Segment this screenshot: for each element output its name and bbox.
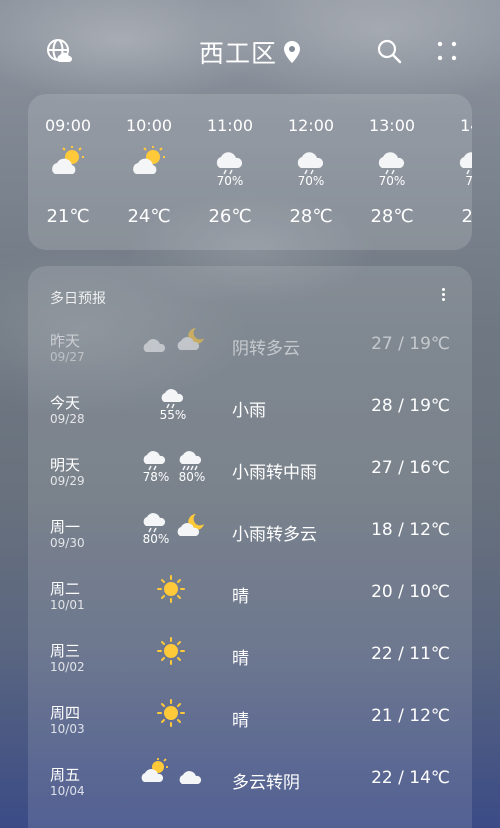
cloud-icon xyxy=(140,330,170,356)
sun-cloud-icon xyxy=(48,146,88,178)
temp-range: 27 / 19℃ xyxy=(371,334,450,354)
day-date: 10/02 xyxy=(50,660,85,674)
weather-desc: 晴 xyxy=(232,587,249,607)
day-label: 明天 xyxy=(50,456,81,474)
weather-desc: 小雨 xyxy=(232,401,266,421)
temp-range: 22 / 14℃ xyxy=(371,768,450,788)
daily-row[interactable]: 今天 09/28 55% 小雨 28 / 19℃ xyxy=(28,389,472,452)
temp-range: 28 / 19℃ xyxy=(371,396,450,416)
precip-chance: 55% xyxy=(159,408,187,422)
daily-row[interactable]: 周一 09/30 80% 小雨转多云 18 / 12℃ xyxy=(28,513,472,576)
heavy-rain-cloud-icon xyxy=(176,446,206,472)
day-label: 周二 xyxy=(50,580,81,598)
hour-temp: 28℃ xyxy=(289,206,333,227)
day-date: 10/03 xyxy=(50,722,85,736)
temp-range: 20 / 10℃ xyxy=(371,582,450,602)
weather-icons: 78% 80% xyxy=(140,446,210,492)
more-options-button[interactable] xyxy=(440,286,446,302)
hourly-forecast-card[interactable]: 09:00 21℃ 10:00 24℃ 11:00 70% 26℃ 12:00 … xyxy=(28,94,472,250)
day-date: 09/30 xyxy=(50,536,85,550)
hour-precip: 70% xyxy=(216,174,244,188)
daily-forecast-title: 多日预报 xyxy=(50,291,106,307)
rain-cloud-icon xyxy=(140,446,170,472)
daily-row[interactable]: 明天 09/29 78% 80% 小雨转中雨 27 / 16℃ xyxy=(28,451,472,514)
day-date: 09/28 xyxy=(50,412,85,426)
temp-range: 18 / 12℃ xyxy=(371,520,450,540)
daily-row[interactable]: 周五 10/04 多云转阴 22 / 14℃ xyxy=(28,758,472,824)
hour-temp: 28 xyxy=(461,206,472,227)
day-label: 周四 xyxy=(50,704,81,722)
weather-desc: 多云转阴 xyxy=(232,773,300,793)
hour-temp: 21℃ xyxy=(46,206,90,227)
weather-icons xyxy=(140,322,210,368)
hour-time: 10:00 xyxy=(125,116,173,135)
day-date: 09/27 xyxy=(50,350,85,364)
hour-time: 14: xyxy=(460,116,472,135)
location-pin-icon xyxy=(283,40,301,70)
hour-precip: 70% xyxy=(378,174,406,188)
precip-chance: 80% xyxy=(142,532,170,546)
hour-precip: 70 xyxy=(465,174,472,188)
top-bar: 西工区 xyxy=(0,0,500,100)
sun-cloud-icon xyxy=(140,758,170,784)
hour-time: 11:00 xyxy=(206,116,254,135)
menu-button[interactable] xyxy=(432,36,462,66)
hour-precip: 70% xyxy=(297,174,325,188)
precip-chance: 80% xyxy=(178,470,206,484)
hour-time: 09:00 xyxy=(44,116,92,135)
moon-cloud-icon xyxy=(176,326,206,352)
sun-icon xyxy=(156,636,186,665)
hour-temp: 24℃ xyxy=(127,206,171,227)
cloud-icon xyxy=(176,762,206,788)
daily-forecast-card: 多日预报 昨天 09/27 阴转多云 27 / 19℃ 今天 09/28 55%… xyxy=(28,266,472,828)
weather-desc: 小雨转多云 xyxy=(232,525,317,545)
weather-icons xyxy=(140,756,210,802)
day-date: 10/01 xyxy=(50,598,85,612)
weather-icons xyxy=(154,694,204,740)
four-dots-menu-icon xyxy=(437,41,457,61)
day-label: 周三 xyxy=(50,642,81,660)
day-label: 周五 xyxy=(50,766,81,784)
weather-desc: 晴 xyxy=(232,649,249,669)
search-icon xyxy=(377,39,402,64)
day-label: 昨天 xyxy=(50,332,81,350)
day-label: 今天 xyxy=(50,394,81,412)
weather-icons: 55% xyxy=(154,384,204,430)
hour-time: 13:00 xyxy=(368,116,416,135)
moon-cloud-icon xyxy=(176,512,206,538)
weather-desc: 阴转多云 xyxy=(232,339,300,359)
daily-row[interactable]: 周三 10/02 晴 22 / 11℃ xyxy=(28,637,472,700)
weather-icons xyxy=(154,632,204,678)
daily-row[interactable]: 周二 10/01 晴 20 / 10℃ xyxy=(28,575,472,638)
weather-icons xyxy=(154,570,204,616)
temp-range: 22 / 11℃ xyxy=(371,644,450,664)
rain-cloud-icon xyxy=(158,384,188,410)
sun-icon xyxy=(156,574,186,603)
weather-desc: 晴 xyxy=(232,711,249,731)
vertical-dots-icon xyxy=(440,288,446,301)
hour-temp: 26℃ xyxy=(208,206,252,227)
rain-cloud-icon xyxy=(140,508,170,534)
temp-range: 27 / 16℃ xyxy=(371,458,450,478)
daily-row[interactable]: 昨天 09/27 阴转多云 27 / 19℃ xyxy=(28,328,472,390)
daily-row[interactable]: 周四 10/03 晴 21 / 12℃ xyxy=(28,699,472,762)
day-date: 09/29 xyxy=(50,474,85,488)
city-name: 西工区 xyxy=(198,39,277,68)
precip-chance: 78% xyxy=(142,470,170,484)
location-title[interactable]: 西工区 xyxy=(0,34,500,70)
sun-cloud-icon xyxy=(129,146,169,178)
hour-temp: 28℃ xyxy=(370,206,414,227)
weather-desc: 小雨转中雨 xyxy=(232,463,317,483)
hour-time: 12:00 xyxy=(287,116,335,135)
search-button[interactable] xyxy=(374,36,404,66)
day-label: 周一 xyxy=(50,518,81,536)
temp-range: 21 / 12℃ xyxy=(371,706,450,726)
weather-icons: 80% xyxy=(140,508,210,554)
sun-icon xyxy=(156,698,186,727)
day-date: 10/04 xyxy=(50,784,85,798)
